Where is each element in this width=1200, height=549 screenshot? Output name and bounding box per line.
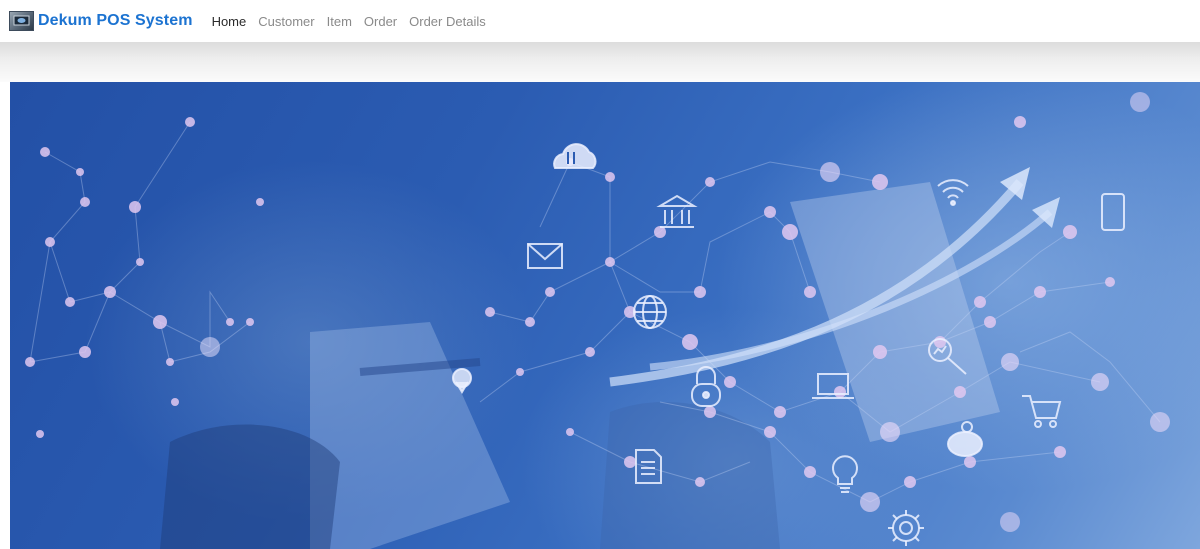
smartphone-icon (1101, 193, 1125, 231)
padlock-icon (691, 366, 721, 407)
shopping-cart-icon (1022, 395, 1062, 428)
nav-order-details[interactable]: Order Details (409, 14, 486, 29)
nav-customer[interactable]: Customer (258, 14, 314, 29)
main-nav: Home Customer Item Order Order Details (212, 14, 498, 29)
hand-shape (160, 424, 340, 549)
cloud-transfer-icon (553, 143, 597, 169)
tablet-shape (790, 182, 1000, 442)
brand-name: Dekum POS System (38, 12, 193, 29)
gear-icon (888, 510, 924, 546)
wifi-icon (937, 179, 969, 206)
brand-link[interactable]: Dekum POS System (9, 11, 193, 31)
laptop-icon (812, 373, 854, 399)
piggy-bank-icon (947, 421, 983, 457)
credit-card-shape (310, 322, 510, 549)
hand-shape-right (600, 402, 780, 549)
bank-icon (656, 194, 698, 228)
network-illustration (25, 92, 1170, 549)
navbar: Dekum POS System Home Customer Item Orde… (0, 0, 1200, 42)
nav-item[interactable]: Item (327, 14, 352, 29)
computer-screen-icon (9, 11, 34, 31)
globe-icon (633, 295, 667, 329)
nav-home[interactable]: Home (212, 14, 247, 29)
hero-banner (10, 82, 1200, 549)
lightbulb-icon (832, 455, 858, 493)
nav-order[interactable]: Order (364, 14, 397, 29)
navbar-shadow (0, 42, 1200, 82)
mail-icon (527, 243, 563, 269)
